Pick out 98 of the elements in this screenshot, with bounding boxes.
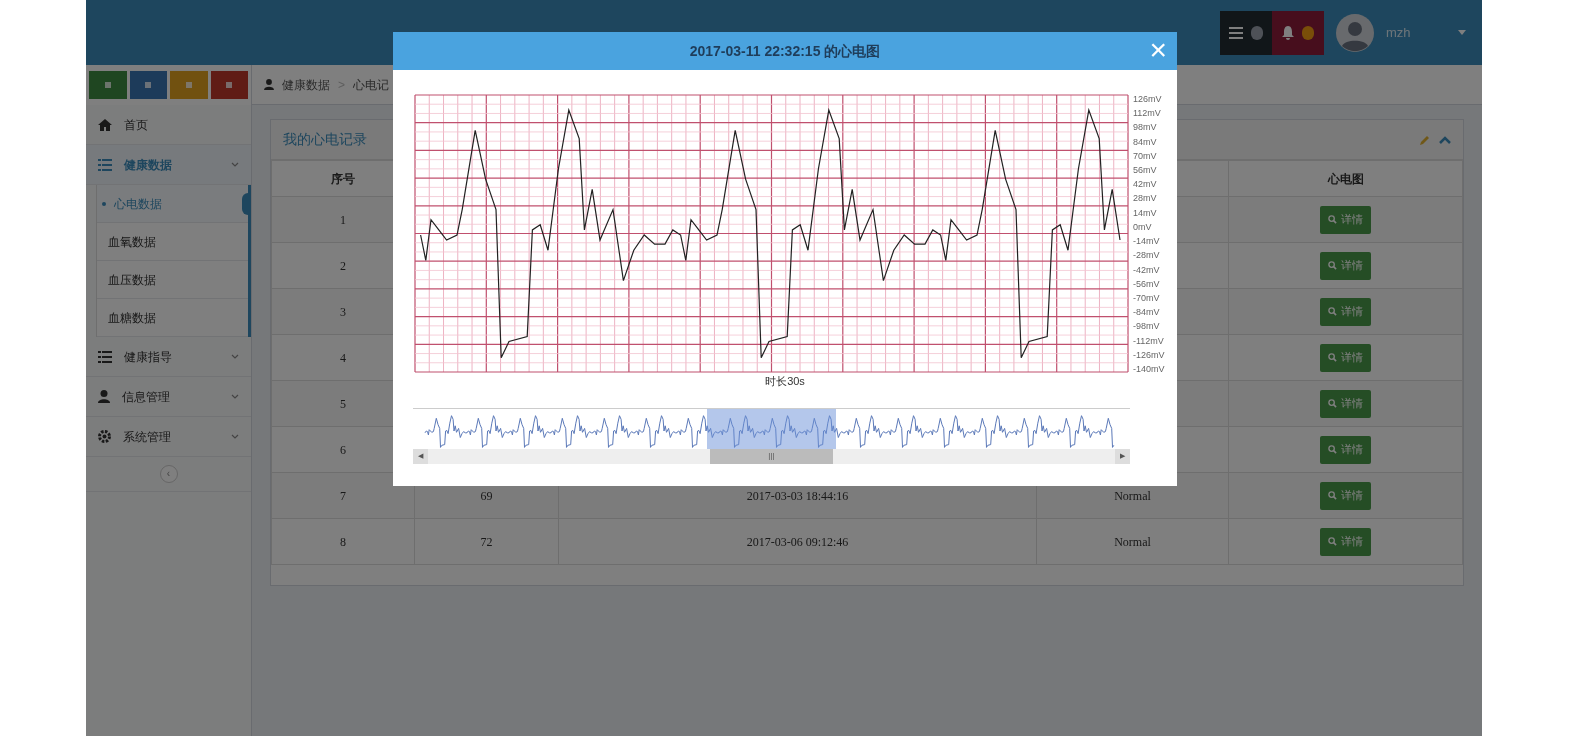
list-icon: [1229, 26, 1243, 39]
search-icon: [1328, 215, 1337, 224]
sidebar-item[interactable]: 系统管理: [86, 417, 251, 457]
shortcut-icon: [143, 80, 154, 90]
search-icon: [1328, 399, 1337, 408]
submenu-item[interactable]: 心电数据: [97, 185, 248, 223]
axis-label: 0mV: [1133, 221, 1152, 232]
sidebar-item[interactable]: 健康指导: [86, 337, 251, 377]
details-button[interactable]: 详情: [1320, 343, 1371, 372]
chevron-down-icon: [231, 354, 239, 359]
submenu-item[interactable]: 血糖数据: [97, 299, 248, 337]
search-icon: [1328, 491, 1337, 500]
details-button[interactable]: 详情: [1320, 251, 1371, 280]
list-icon: [98, 158, 112, 171]
shortcut-button[interactable]: [89, 71, 127, 99]
shortcut-button[interactable]: [210, 71, 248, 99]
column-header: 心电图: [1228, 160, 1463, 197]
search-icon: [1328, 261, 1337, 270]
search-icon: [1328, 353, 1337, 362]
axis-label: 28mV: [1133, 193, 1157, 204]
axis-label: -112mV: [1133, 335, 1164, 346]
axis-label: -140mV: [1133, 364, 1165, 374]
pencil-icon[interactable]: [1419, 133, 1431, 146]
table-cell: 2017-03-06 09:12:46: [558, 518, 1037, 565]
table-cell: Normal: [1036, 518, 1229, 565]
sidebar-label: 系统管理: [123, 428, 172, 446]
axis-label: -126mV: [1133, 349, 1165, 360]
sidebar-label: 信息管理: [122, 388, 171, 406]
breadcrumb-separator: >: [338, 76, 345, 94]
close-button[interactable]: ×: [1149, 34, 1167, 66]
axis-label: 42mV: [1133, 179, 1157, 190]
username[interactable]: mzh: [1386, 22, 1446, 43]
shortcut-button[interactable]: [170, 71, 208, 99]
axis-label: 14mV: [1133, 207, 1157, 218]
search-icon: [1328, 307, 1337, 316]
chevron-down-icon: [231, 394, 239, 399]
shortcut-button[interactable]: [129, 71, 167, 99]
modal-title: 2017-03-11 22:32:15 的心电图: [689, 41, 881, 61]
chevron-down-icon: [231, 434, 239, 439]
details-button[interactable]: 详情: [1320, 527, 1371, 556]
grip-icon: |||: [768, 450, 775, 462]
shortcut-icon: [102, 80, 113, 90]
axis-label: -84mV: [1133, 307, 1160, 318]
details-button[interactable]: 详情: [1320, 389, 1371, 418]
scrollbar-thumb[interactable]: |||: [709, 448, 834, 464]
axis-label: -98mV: [1133, 321, 1160, 332]
axis-label: 56mV: [1133, 165, 1157, 176]
details-button[interactable]: 详情: [1320, 205, 1371, 234]
breadcrumb-link[interactable]: 心电记: [353, 75, 389, 94]
sidebar-label: 健康数据: [124, 156, 173, 174]
submenu-label: 血压数据: [108, 271, 156, 289]
search-icon: [1328, 445, 1337, 454]
sidebar-label: 首页: [124, 116, 149, 134]
table-cell: 8: [271, 518, 415, 565]
user-icon: [264, 79, 274, 90]
submenu-label: 血糖数据: [108, 309, 156, 327]
shortcut-icon: [224, 80, 235, 90]
submenu-label: 血氧数据: [108, 233, 156, 251]
messages-button[interactable]: [1220, 10, 1272, 55]
chevron-down-icon: [231, 162, 239, 167]
axis-label: 112mV: [1133, 108, 1161, 119]
shortcut-icon: [183, 80, 194, 90]
axis-label: -28mV: [1133, 250, 1160, 261]
submenu-label: 心电数据: [114, 195, 162, 213]
search-icon: [1328, 537, 1337, 546]
avatar-icon: [1336, 13, 1374, 52]
selected-range[interactable]: [706, 408, 836, 449]
panel-title: 我的心电记录: [283, 130, 367, 149]
details-button[interactable]: 详情: [1320, 435, 1371, 464]
bell-icon: [1282, 25, 1294, 40]
axis-label: 98mV: [1133, 122, 1157, 133]
submenu-item[interactable]: 血氧数据: [97, 223, 248, 261]
list-icon: [98, 350, 112, 363]
axis-label: -14mV: [1133, 236, 1160, 247]
axis-label: 126mV: [1133, 94, 1162, 104]
notifications-button[interactable]: [1272, 10, 1324, 55]
submenu-item[interactable]: 血压数据: [97, 261, 248, 299]
home-icon: [98, 118, 112, 131]
sidebar-item[interactable]: 健康数据: [86, 145, 251, 185]
axis-label: -56mV: [1133, 278, 1160, 289]
axis-label: 84mV: [1133, 136, 1157, 147]
gear-icon: [98, 430, 111, 443]
axis-label: 70mV: [1133, 150, 1157, 161]
details-button[interactable]: 详情: [1320, 481, 1371, 510]
sidebar-label: 健康指导: [124, 348, 173, 366]
axis-title: 时长30s: [765, 374, 805, 389]
collapse-button[interactable]: ‹: [159, 465, 178, 483]
active-indicator: [242, 193, 248, 215]
bullet-icon: [102, 201, 106, 206]
axis-label: -70mV: [1133, 292, 1160, 303]
user-icon: [98, 390, 110, 403]
breadcrumb-link[interactable]: 健康数据: [282, 75, 330, 94]
chevron-up-icon[interactable]: [1439, 135, 1451, 144]
axis-label: -42mV: [1133, 264, 1160, 275]
details-button[interactable]: 详情: [1320, 297, 1371, 326]
sidebar-item[interactable]: 信息管理: [86, 377, 251, 417]
caret-icon[interactable]: [1458, 30, 1466, 35]
table-cell: 72: [414, 518, 559, 565]
